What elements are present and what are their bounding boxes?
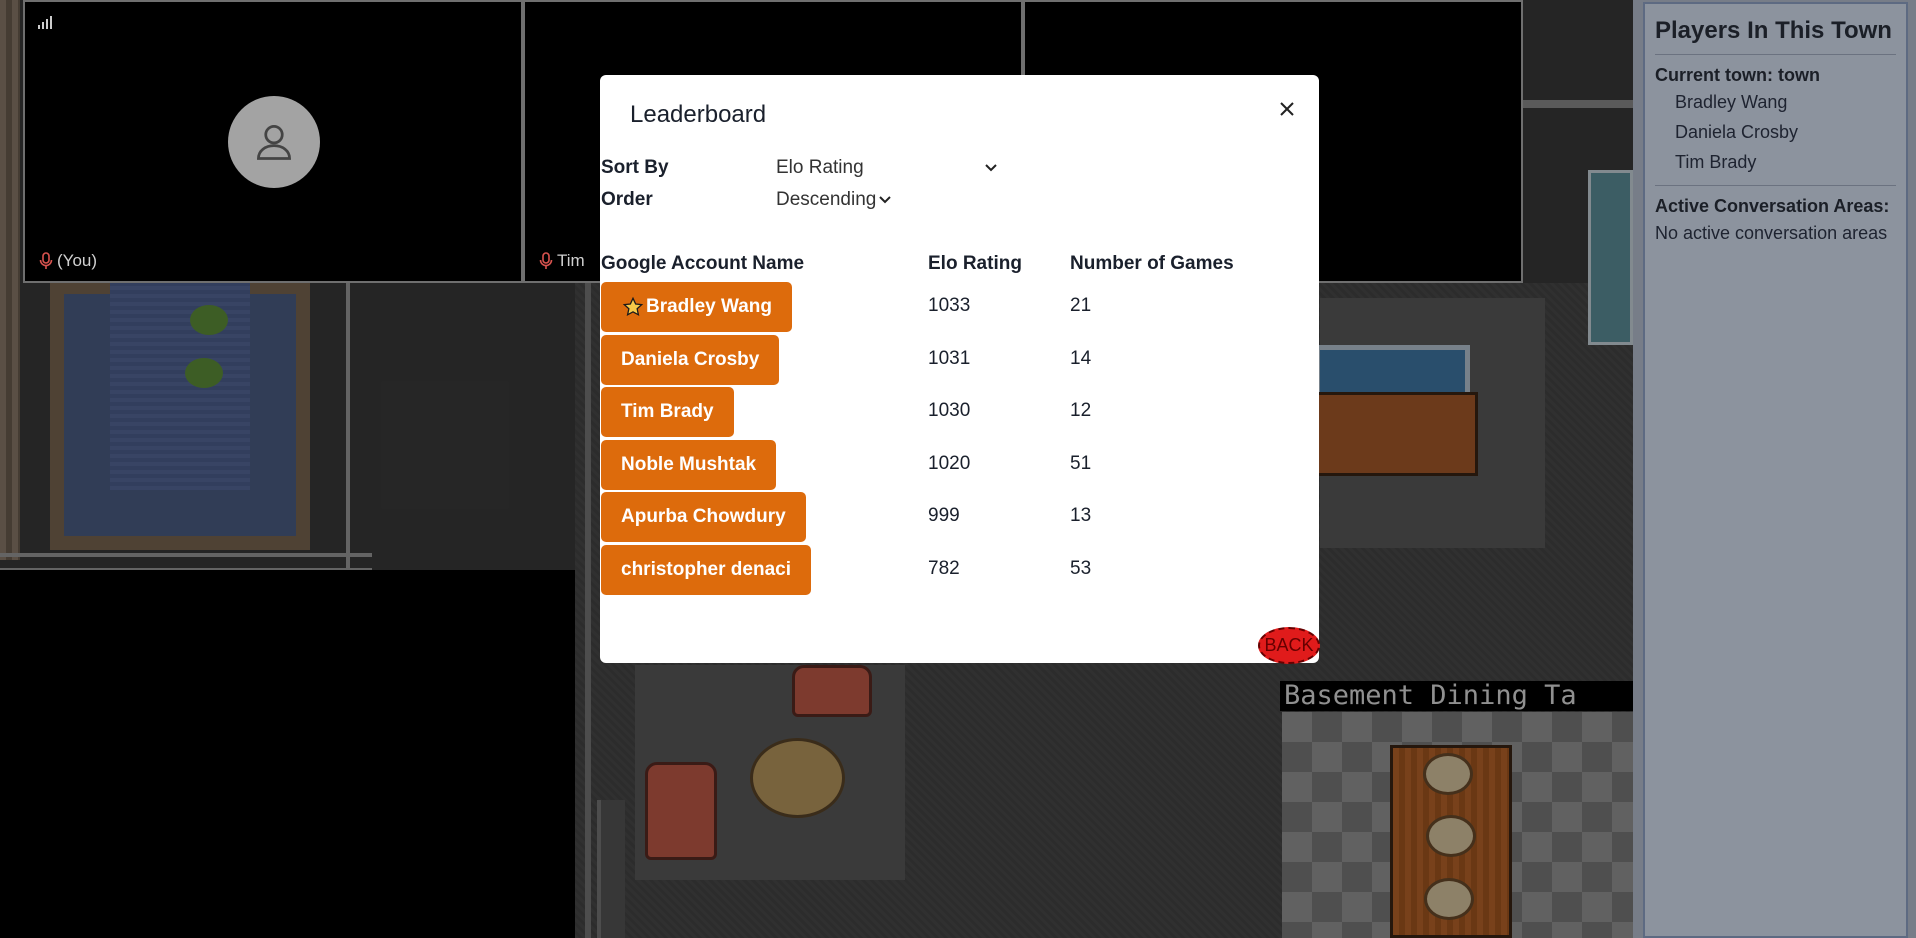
order-row: Order Descending	[601, 189, 892, 211]
video-tile-you[interactable]: (You)	[23, 0, 523, 283]
player-list-item[interactable]: Daniela Crosby	[1655, 117, 1896, 147]
divider	[1655, 54, 1896, 55]
player-name-button[interactable]: christopher denaci	[601, 545, 811, 595]
games-cell: 21	[1070, 295, 1092, 316]
microphone-icon	[539, 252, 553, 269]
avatar	[228, 96, 320, 188]
participant-name: (You)	[57, 251, 98, 270]
order-value: Descending	[776, 189, 877, 210]
leaderboard-modal: Leaderboard Sort By Elo Rating Order Des…	[600, 75, 1320, 664]
elo-cell: 1030	[928, 400, 971, 421]
participant-label: (You)	[39, 251, 97, 271]
elo-cell: 999	[928, 505, 960, 526]
sort-by-value: Elo Rating	[776, 157, 864, 178]
column-header-elo: Elo Rating	[928, 253, 1022, 274]
sort-by-select[interactable]: Elo Rating	[776, 157, 998, 179]
player-name-button[interactable]: Daniela Crosby	[601, 335, 780, 385]
elo-cell: 1031	[928, 348, 971, 369]
elo-cell: 1033	[928, 295, 971, 316]
player-list-item[interactable]: Bradley Wang	[1655, 87, 1896, 117]
games-cell: 14	[1070, 348, 1092, 369]
player-name-button[interactable]: Noble Mushtak	[601, 440, 777, 490]
games-cell: 53	[1070, 558, 1092, 579]
column-header-name: Google Account Name	[601, 253, 805, 274]
participant-name: Tim	[557, 251, 585, 270]
player-name: Bradley Wang	[646, 296, 772, 317]
close-button[interactable]	[1269, 91, 1305, 127]
sort-by-row: Sort By Elo Rating	[601, 157, 998, 179]
games-cell: 13	[1070, 505, 1092, 526]
chevron-down-icon	[985, 164, 997, 172]
participant-label: Tim	[539, 251, 585, 271]
divider	[1655, 185, 1896, 186]
modal-title: Leaderboard	[630, 101, 767, 128]
microphone-icon	[39, 252, 53, 269]
order-select[interactable]: Descending	[776, 189, 892, 211]
signal-strength-icon	[38, 16, 52, 29]
elo-cell: 782	[928, 558, 960, 579]
player-name-button[interactable]: Bradley Wang	[601, 282, 792, 332]
current-town-label: Current town: town	[1655, 65, 1820, 85]
sidebar: Players In This Town Current town: town …	[1633, 0, 1916, 938]
chevron-down-icon	[879, 196, 892, 204]
sidebar-title: Players In This Town	[1655, 17, 1892, 44]
sort-by-label: Sort By	[601, 157, 669, 178]
player-list-item[interactable]: Tim Brady	[1655, 147, 1896, 177]
back-button[interactable]: BACK	[1258, 627, 1320, 664]
player-name-button[interactable]: Tim Brady	[601, 387, 734, 437]
order-label: Order	[601, 189, 653, 210]
players-panel: Players In This Town Current town: town …	[1643, 2, 1908, 938]
no-conversation-text: No active conversation areas	[1655, 223, 1888, 243]
player-name-button[interactable]: Apurba Chowdury	[601, 492, 806, 542]
column-header-games: Number of Games	[1070, 253, 1234, 274]
games-cell: 12	[1070, 400, 1092, 421]
games-cell: 51	[1070, 453, 1092, 474]
close-icon	[1280, 102, 1294, 116]
elo-cell: 1020	[928, 453, 971, 474]
user-icon	[257, 125, 291, 160]
star-icon	[622, 296, 644, 317]
conversation-areas-heading: Active Conversation Areas:	[1655, 196, 1890, 216]
